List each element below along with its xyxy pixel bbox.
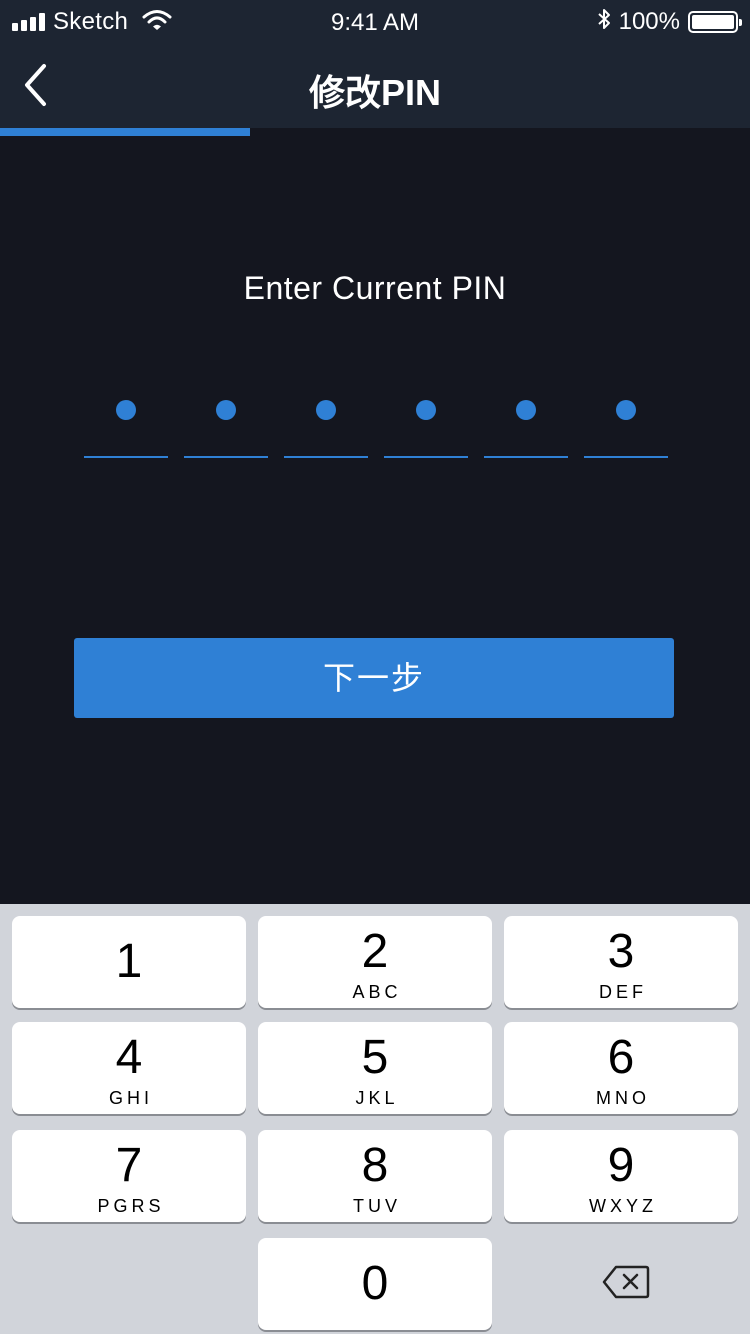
key-letters: GHI	[108, 1088, 153, 1108]
page-title: 修改PIN	[308, 72, 441, 113]
key-letters: TUV	[353, 1196, 401, 1216]
delete-key[interactable]	[504, 1240, 738, 1332]
pin-dot	[216, 400, 236, 420]
key-1[interactable]: 1	[12, 916, 246, 1008]
battery-icon	[688, 10, 742, 33]
key-digit: 4	[115, 1031, 143, 1084]
key-letters: DEF	[599, 982, 647, 1002]
key-letters: PGRS	[97, 1196, 165, 1216]
key-digit: 0	[361, 1257, 389, 1310]
pin-underline	[84, 456, 168, 458]
pin-underline	[284, 456, 368, 458]
key-letters: MNO	[596, 1088, 650, 1108]
key-digit: 3	[607, 925, 635, 978]
key-digit: 7	[115, 1139, 143, 1192]
key-digit: 9	[607, 1139, 635, 1192]
pin-dot	[416, 400, 436, 420]
key-digit: 8	[361, 1139, 389, 1192]
key-2[interactable]: 2 ABC	[258, 916, 492, 1008]
key-digit: 6	[607, 1031, 635, 1084]
key-8[interactable]: 8 TUV	[258, 1130, 492, 1222]
nav-bar: 修改PIN	[0, 44, 750, 128]
pin-dot	[316, 400, 336, 420]
key-5[interactable]: 5 JKL	[258, 1022, 492, 1114]
key-9[interactable]: 9 WXYZ	[504, 1130, 738, 1222]
step-progress-fill	[0, 128, 250, 136]
pin-prompt: Enter Current PIN	[243, 270, 507, 306]
pin-underline	[584, 456, 668, 458]
key-letters: JKL	[355, 1088, 399, 1108]
key-4[interactable]: 4 GHI	[12, 1022, 246, 1114]
pin-underline	[384, 456, 468, 458]
step-progress	[0, 128, 750, 136]
key-digit: 1	[115, 935, 143, 988]
pin-slot	[284, 390, 368, 458]
pin-slot	[184, 390, 268, 458]
key-3[interactable]: 3 DEF	[504, 916, 738, 1008]
numeric-keypad: 1 2 ABC 3 DEF 4 GHI 5 JKL 6 MNO 7 PGRS 8 TUV 9 WXYZ 0	[0, 904, 750, 1334]
pin-slot	[84, 390, 168, 458]
bluetooth-icon	[597, 7, 611, 36]
key-6[interactable]: 6 MNO	[504, 1022, 738, 1114]
pin-slot	[584, 390, 668, 458]
pin-dot	[516, 400, 536, 420]
key-0[interactable]: 0	[258, 1238, 492, 1330]
pin-slot	[484, 390, 568, 458]
status-bar: Sketch 9:41 AM 100%	[0, 0, 750, 44]
battery-percent: 100%	[618, 7, 680, 35]
key-digit: 2	[361, 925, 389, 978]
pin-underline	[184, 456, 268, 458]
pin-dot	[616, 400, 636, 420]
key-digit: 5	[361, 1031, 389, 1084]
key-7[interactable]: 7 PGRS	[12, 1130, 246, 1222]
pin-underline	[484, 456, 568, 458]
status-right: 100%	[597, 7, 742, 36]
pin-slot	[384, 390, 468, 458]
next-button[interactable]: 下一步	[74, 638, 674, 718]
backspace-icon	[602, 1265, 650, 1299]
key-letters: ABC	[352, 982, 402, 1002]
pin-dot	[116, 400, 136, 420]
key-letters: WXYZ	[589, 1196, 657, 1216]
